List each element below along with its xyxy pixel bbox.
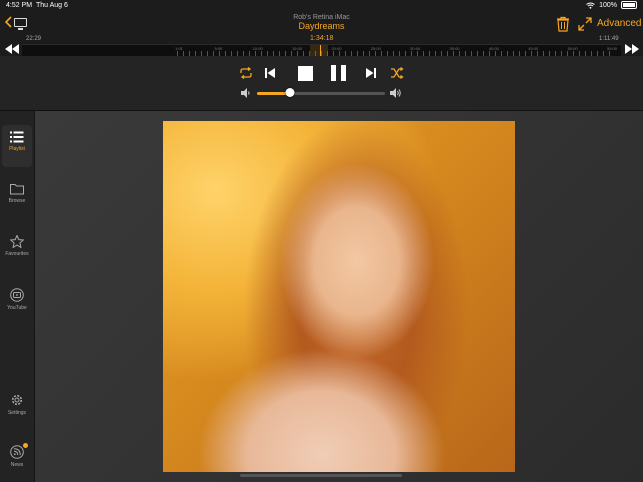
seek-tick-label: 50:00: [567, 46, 578, 51]
shuffle-button[interactable]: [389, 65, 405, 81]
previous-icon: [265, 68, 275, 78]
seek-tick-label: 45:00: [528, 46, 539, 51]
sidebar-item-label: Playlist: [9, 146, 25, 152]
sidebar-item-playlist[interactable]: Playlist: [2, 125, 32, 167]
volume-knob[interactable]: [285, 88, 295, 97]
advanced-button[interactable]: Advanced: [597, 18, 641, 29]
playlist-icon: [10, 131, 24, 143]
notification-badge: [23, 443, 28, 448]
volume-slider[interactable]: [257, 88, 385, 97]
sidebar-item-label: YouTube: [7, 305, 27, 311]
repeat-button[interactable]: [238, 65, 254, 81]
rewind-icon[interactable]: [3, 42, 21, 56]
seek-tick-label: 30:00: [410, 46, 421, 51]
pause-button[interactable]: [329, 65, 347, 81]
sidebar-item-label: Settings: [7, 410, 27, 416]
previous-button[interactable]: [263, 65, 277, 81]
seek-tick-label: 1:01: [175, 46, 183, 51]
wifi-icon: [586, 2, 595, 9]
home-indicator: [240, 474, 402, 477]
seek-tick-mask: [177, 45, 615, 51]
volume-low-icon: [241, 88, 250, 98]
sidebar-item-label: Browse: [8, 198, 26, 204]
next-icon: [366, 68, 376, 78]
elapsed-time: 22:29: [26, 36, 42, 42]
sidebar-item-label: News: [10, 462, 24, 468]
status-right: 100%: [586, 1, 637, 9]
status-time: 4:52 PM: [6, 2, 33, 9]
seek-tick-label: 5:00: [214, 46, 223, 51]
status-bar: 4:52 PM Thu Aug 6 100%: [0, 0, 643, 12]
fullscreen-icon[interactable]: [578, 17, 592, 31]
seek-tick-label: 40:00: [488, 46, 499, 51]
sidebar-item-favourites[interactable]: Favourites: [2, 229, 32, 271]
seek-tick-label: 25:00: [370, 46, 381, 51]
stop-button[interactable]: [296, 65, 314, 81]
seek-labels: 22:29 1:34:18 1:11:49: [0, 35, 643, 44]
rss-icon: [10, 445, 24, 459]
sidebar-item-youtube[interactable]: YouTube: [2, 282, 32, 324]
folder-icon: [10, 184, 24, 195]
gear-icon: [11, 394, 23, 406]
host-name: Rob's Retina iMac: [293, 14, 350, 21]
seek-tick-label: 20:00: [331, 46, 342, 51]
main-content: [35, 111, 643, 482]
sidebar-item-label: Favourites: [5, 251, 29, 257]
album-artwork: [163, 121, 515, 472]
sidebar-item-browse[interactable]: Browse: [2, 177, 32, 219]
current-time: 1:34:18: [310, 35, 334, 42]
seek-tick-label: 10:00: [252, 46, 263, 51]
seek-tick-label: 55:00: [606, 46, 618, 51]
seek-tick-label: 35:00: [449, 46, 460, 51]
trash-icon[interactable]: [556, 16, 570, 32]
next-button[interactable]: [364, 65, 378, 81]
volume-high-icon: [390, 88, 401, 98]
battery-percent: 100%: [599, 1, 617, 9]
shuffle-icon: [391, 67, 404, 79]
pause-icon: [330, 65, 346, 81]
status-date: Thu Aug 6: [36, 2, 68, 9]
seek-tick-label: 15:00: [292, 46, 303, 51]
repeat-icon: [240, 67, 252, 79]
track-title: Daydreams: [298, 21, 345, 31]
fast-forward-icon[interactable]: [623, 42, 641, 56]
star-icon: [10, 235, 24, 248]
sidebar: Playlist Browse Favourites YouTube Setti…: [0, 111, 35, 482]
remaining-time: 1:11:49: [599, 36, 619, 42]
youtube-icon: [10, 288, 24, 302]
stop-icon: [297, 65, 313, 81]
battery-icon: [621, 1, 637, 9]
sidebar-item-news[interactable]: News: [2, 439, 32, 481]
sidebar-item-settings[interactable]: Settings: [2, 387, 32, 429]
now-playing-title: Rob's Retina iMac Daydreams: [0, 14, 643, 31]
transport-controls: [0, 56, 643, 111]
